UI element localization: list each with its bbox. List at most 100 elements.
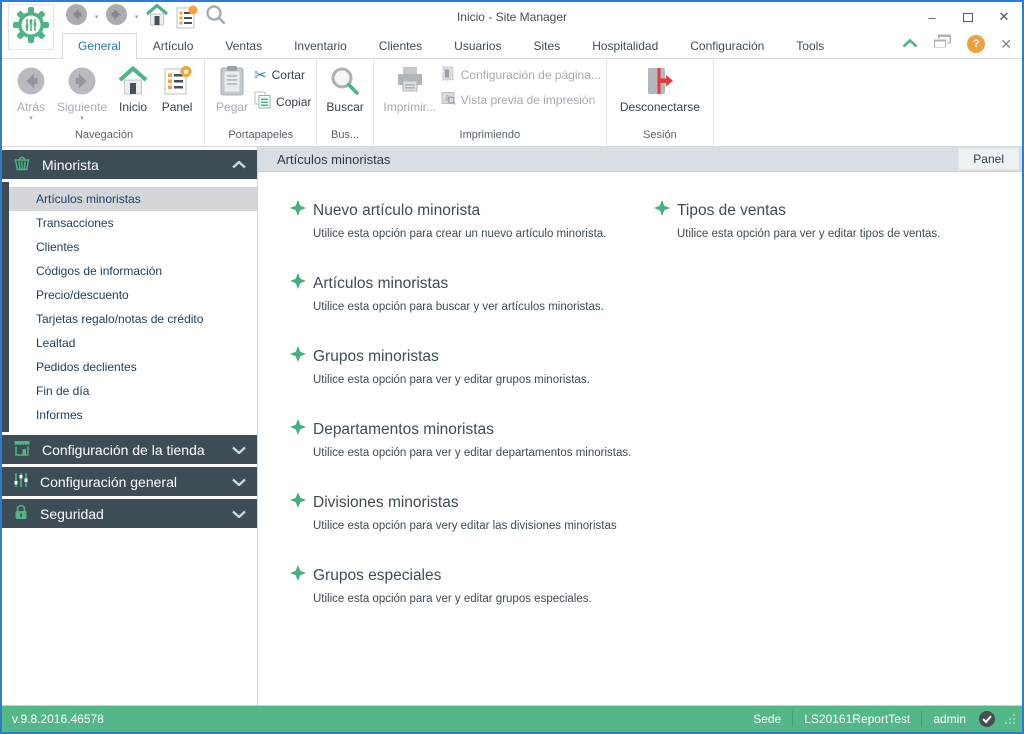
back-button[interactable] [62, 4, 91, 30]
connection-check-icon[interactable] [978, 710, 996, 728]
tab-hospitalidad[interactable]: Hospitalidad [576, 33, 674, 59]
home-button[interactable] [142, 4, 172, 30]
copy-icon [254, 91, 271, 112]
cascade-windows-icon[interactable] [933, 34, 952, 54]
status-bar: v.9.8.2016.46578 Sede LS20161ReportTest … [2, 706, 1022, 732]
tab-sites[interactable]: Sites [518, 33, 577, 59]
back-icon [65, 3, 88, 31]
chevron-down-icon[interactable] [232, 446, 246, 454]
sidebar-section-configuracion-tienda[interactable]: Configuración de la tienda [2, 435, 257, 464]
maximize-button[interactable] [950, 2, 986, 32]
sidebar-section-minorista[interactable]: Minorista [2, 150, 257, 179]
print-button[interactable]: Imprimir... [379, 59, 441, 114]
page-setup-button[interactable]: Configuración de página... [441, 66, 601, 84]
chevron-up-icon[interactable] [232, 161, 246, 169]
content-item-description: Utilice esta opción para ver y editar ti… [677, 228, 1022, 240]
home-icon [145, 4, 169, 31]
panel-view-button[interactable]: Panel [958, 148, 1019, 170]
print-preview-button[interactable]: A Vista previa de impresión [441, 91, 601, 109]
panel-list-star-icon [161, 63, 193, 99]
panel-content: Nuevo artículo minorista Utilice esta op… [258, 172, 1022, 705]
tab-tools[interactable]: Tools [780, 33, 840, 59]
home-ribbon-button[interactable]: Inicio [111, 59, 155, 114]
disconnect-button[interactable]: Desconectarse [616, 59, 704, 114]
sidebar-item-lealtad[interactable]: Lealtad [9, 331, 257, 355]
sidebar-item-list: Artículos minoristas Transacciones Clien… [2, 182, 257, 432]
help-icon[interactable]: ? [967, 35, 985, 53]
collapse-ribbon-icon[interactable] [902, 35, 918, 53]
app-logo[interactable] [8, 4, 54, 50]
back-dropdown-caret[interactable]: ▾ [92, 13, 101, 21]
magnifier-icon [329, 63, 361, 99]
forward-dropdown-caret[interactable]: ▾ [132, 13, 141, 21]
sidebar-section-label: Configuración general [40, 474, 177, 490]
forward-circle-icon [67, 63, 97, 99]
copy-button[interactable]: Copiar [254, 91, 311, 112]
tab-ventas[interactable]: Ventas [209, 33, 278, 59]
tab-general[interactable]: General [62, 33, 137, 59]
maximize-icon [963, 13, 973, 22]
content-item-grupos-minoristas: Grupos minoristas Utilice esta opción pa… [290, 346, 654, 386]
quick-access-toolbar: ▾ ▾ [62, 4, 230, 30]
paste-button[interactable]: Pegar [210, 59, 254, 114]
sidebar-item-fin-de-dia[interactable]: Fin de día [9, 379, 257, 403]
ribbon-tab-bar: General Artículo Ventas Inventario Clien… [2, 32, 1022, 59]
panel-ribbon-button[interactable]: Panel [155, 59, 199, 114]
sidebar-item-clientes[interactable]: Clientes [9, 235, 257, 259]
ribbon-group-buscar: Buscar Bus... [317, 59, 373, 146]
sidebar-item-codigos-de-informacion[interactable]: Códigos de información [9, 259, 257, 283]
forward-button[interactable] [102, 4, 131, 30]
sidebar-item-precio-descuento[interactable]: Precio/descuento [9, 283, 257, 307]
version-label: v.9.8.2016.46578 [12, 712, 104, 726]
clipboard-icon [218, 63, 246, 99]
tab-inventario[interactable]: Inventario [278, 33, 363, 59]
sidebar-item-pedidos-de-clientes[interactable]: Pedidos declientes [9, 355, 257, 379]
page-setup-icon [441, 66, 456, 84]
content-item-link[interactable]: Artículos minoristas [290, 273, 654, 294]
search-quick-button[interactable] [202, 4, 230, 30]
store-icon [13, 440, 31, 459]
status-user: admin [933, 712, 966, 726]
tab-usuarios[interactable]: Usuarios [438, 33, 517, 59]
content-column-right: Tipos de ventas Utilice esta opción para… [654, 200, 1022, 705]
panel-title: Artículos minoristas [277, 152, 390, 167]
close-button[interactable]: ✕ [986, 2, 1022, 32]
content-item-link[interactable]: Nuevo artículo minorista [290, 200, 654, 221]
content-item-link[interactable]: Departamentos minoristas [290, 419, 654, 440]
sidebar-item-articulos-minoristas[interactable]: Artículos minoristas [9, 187, 257, 211]
tab-clientes[interactable]: Clientes [363, 33, 438, 59]
tab-configuracion[interactable]: Configuración [674, 33, 780, 59]
status-divider [921, 711, 922, 727]
group-label-portapapeles: Portapapeles [210, 128, 311, 146]
forward-dropdown-caret: ▾ [80, 114, 84, 123]
search-button[interactable]: Buscar [322, 59, 367, 114]
chevron-down-icon[interactable] [232, 510, 246, 518]
close-panel-icon[interactable]: ✕ [1000, 36, 1012, 53]
back-ribbon-button[interactable]: Atrás ▾ [9, 59, 53, 123]
sidebar-section-configuracion-general[interactable]: Configuración general [2, 467, 257, 496]
cut-button[interactable]: ✂ Cortar [254, 66, 311, 84]
sidebar-item-informes[interactable]: Informes [9, 403, 257, 427]
sidebar-section-seguridad[interactable]: Seguridad [2, 499, 257, 528]
content-item-link[interactable]: Divisiones minoristas [290, 492, 654, 513]
content-item-link[interactable]: Grupos minoristas [290, 346, 654, 367]
ribbon-group-imprimiendo: Imprimir... Configuración de página... [374, 59, 607, 146]
chevron-down-icon[interactable] [232, 478, 246, 486]
forward-ribbon-button[interactable]: Siguiente ▾ [53, 59, 111, 123]
content-item-description: Utilice esta opción para very editar las… [313, 520, 654, 532]
tab-articulo[interactable]: Artículo [137, 33, 210, 59]
panel-quick-button[interactable] [173, 4, 201, 30]
group-label-navegacion: Navegación [9, 128, 199, 146]
content-item-link[interactable]: Tipos de ventas [654, 200, 1022, 221]
content-item-description: Utilice esta opción para ver y editar gr… [313, 374, 654, 386]
sliders-icon [13, 472, 29, 491]
sidebar-item-transacciones[interactable]: Transacciones [9, 211, 257, 235]
content-item-divisiones-minoristas: Divisiones minoristas Utilice esta opció… [290, 492, 654, 532]
resize-grip[interactable] [1004, 713, 1016, 728]
content-item-description: Utilice esta opción para ver y editar de… [313, 447, 654, 459]
minimize-button[interactable]: – [914, 2, 950, 32]
app-body: Minorista Artículos minoristas Transacci… [2, 147, 1022, 706]
sidebar-item-tarjetas-regalo[interactable]: Tarjetas regalo/notas de crédito [9, 307, 257, 331]
content-item-link[interactable]: Grupos especiales [290, 565, 654, 586]
diamond-icon [290, 273, 306, 294]
